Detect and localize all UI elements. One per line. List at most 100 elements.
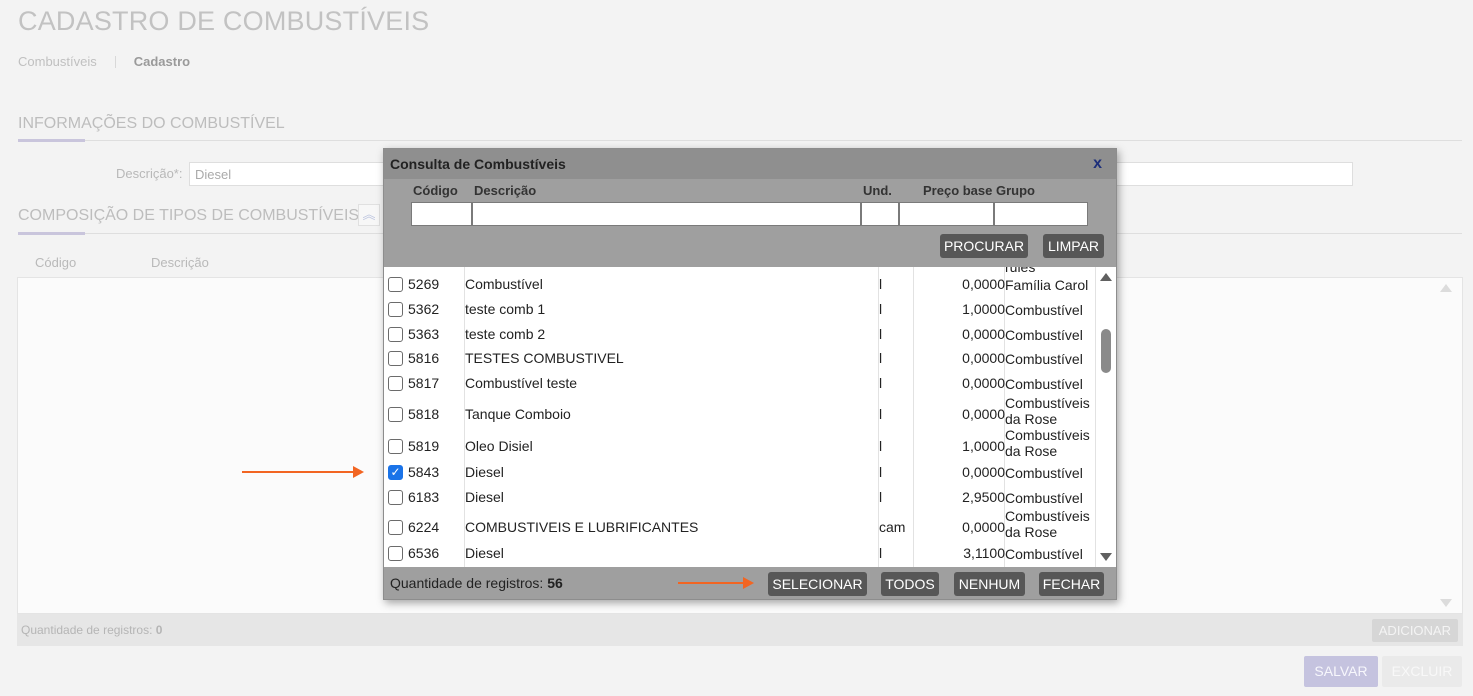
row-group: Combustível <box>1005 490 1083 506</box>
scroll-down-icon[interactable] <box>1100 553 1112 561</box>
double-chevron-up-icon: ︽ <box>362 207 376 222</box>
filter-unit-label: Und. <box>863 183 892 198</box>
select-button[interactable]: SELECIONAR <box>768 572 867 596</box>
close-icon[interactable]: x <box>1093 155 1102 173</box>
row-group: Combustível <box>1005 351 1083 367</box>
row-code: 6536 <box>408 545 440 561</box>
row-group: Combustível <box>1005 465 1083 481</box>
breadcrumb-separator <box>114 55 116 68</box>
filter-group-input[interactable] <box>994 202 1088 226</box>
row-checkbox[interactable] <box>388 490 403 505</box>
add-button[interactable]: ADICIONAR <box>1371 619 1458 642</box>
row-group: Combustível <box>1005 546 1083 562</box>
clear-button[interactable]: LIMPAR <box>1043 234 1104 258</box>
dialog-record-count: Quantidade de registros: 56 <box>390 575 563 591</box>
select-all-button[interactable]: TODOS <box>881 572 939 596</box>
row-group: Combustível <box>1005 376 1083 392</box>
row-description: Tanque Comboio <box>465 406 571 422</box>
save-button[interactable]: SALVAR <box>1304 656 1378 687</box>
fuel-lookup-dialog: Consulta de Combustíveis x Código Descri… <box>383 148 1117 600</box>
scroll-up-icon[interactable] <box>1440 284 1452 292</box>
row-price: 0,0000 <box>962 406 1005 422</box>
filter-price-label: Preço base <box>923 183 993 198</box>
row-unit: l <box>879 350 883 366</box>
collapse-section-button[interactable]: ︽ <box>358 204 380 226</box>
search-button[interactable]: PROCURAR <box>940 234 1028 258</box>
filter-group-label: Grupo <box>996 183 1035 198</box>
composition-section-title: COMPOSIÇÃO DE TIPOS DE COMBUSTÍVEIS <box>18 207 360 224</box>
row-price: 0,0000 <box>962 326 1005 342</box>
row-unit: l <box>879 301 883 317</box>
select-none-button[interactable]: NENHUM <box>954 572 1025 596</box>
annotation-arrow-icon <box>242 466 364 478</box>
partial-row-text: rules <box>1005 267 1036 275</box>
row-description: Diesel <box>465 545 504 561</box>
row-group: Combustível <box>1005 327 1083 343</box>
row-price: 1,0000 <box>962 438 1005 454</box>
row-checkbox[interactable] <box>388 546 403 561</box>
filter-description-input[interactable] <box>472 202 861 226</box>
composition-record-count: Quantidade de registros: 0 <box>21 623 163 637</box>
breadcrumb: Combustíveis Cadastro <box>18 54 190 69</box>
row-price: 0,0000 <box>962 464 1005 480</box>
filter-code-input[interactable] <box>411 202 472 226</box>
row-unit: l <box>879 326 883 342</box>
row-checkbox[interactable] <box>388 351 403 366</box>
row-checkbox[interactable] <box>388 407 403 422</box>
row-code: 5269 <box>408 276 440 292</box>
row-code: 5362 <box>408 301 440 317</box>
delete-button[interactable]: EXCLUIR <box>1382 656 1462 687</box>
breadcrumb-item-combustiveis[interactable]: Combustíveis <box>18 54 97 69</box>
row-unit: l <box>879 406 883 422</box>
row-description: TESTES COMBUSTIVEL <box>465 350 624 366</box>
filter-unit-input[interactable] <box>861 202 899 226</box>
grid-header-code[interactable]: Código <box>35 255 76 270</box>
dialog-title: Consulta de Combustíveis <box>390 156 566 172</box>
row-checkbox[interactable] <box>388 327 403 342</box>
filter-price-input[interactable] <box>899 202 994 226</box>
row-checkbox[interactable] <box>388 520 403 535</box>
row-checkbox[interactable] <box>388 302 403 317</box>
row-checkbox[interactable]: ✓ <box>388 465 403 480</box>
grid-header-description[interactable]: Descrição <box>151 255 209 270</box>
row-unit: l <box>879 276 883 292</box>
results-scrollbar[interactable] <box>1096 267 1116 567</box>
row-price: 0,0000 <box>962 350 1005 366</box>
row-code: 5816 <box>408 350 440 366</box>
row-group: Combustíveis da Rose <box>1005 508 1090 540</box>
row-description: Diesel <box>465 489 504 505</box>
row-unit: l <box>879 438 883 454</box>
row-code: 5819 <box>408 438 440 454</box>
filter-code-label: Código <box>413 183 458 198</box>
row-price: 1,0000 <box>962 301 1005 317</box>
row-description: teste comb 2 <box>465 326 546 342</box>
row-price: 0,0000 <box>962 276 1005 292</box>
scroll-up-icon[interactable] <box>1100 273 1112 281</box>
scrollbar-thumb[interactable] <box>1101 329 1111 373</box>
row-code: 5843 <box>408 464 440 480</box>
composition-grid-footer: Quantidade de registros: 0 ADICIONAR <box>17 614 1463 646</box>
row-unit: l <box>879 489 883 505</box>
results-list: rules 5269 Combustível l 0,0000 Família Caro… <box>384 267 1116 567</box>
scroll-down-icon[interactable] <box>1440 599 1452 607</box>
row-checkbox[interactable] <box>388 439 403 454</box>
close-dialog-button[interactable]: FECHAR <box>1039 572 1104 596</box>
info-section-divider <box>18 140 1462 141</box>
row-unit: l <box>879 464 883 480</box>
row-unit: l <box>879 545 883 561</box>
row-group: Combustíveis da Rose <box>1005 395 1090 427</box>
row-description: Combustível teste <box>465 375 578 391</box>
row-checkbox[interactable] <box>388 376 403 391</box>
row-group: Família Carol <box>1005 277 1089 293</box>
info-section-accent <box>18 139 85 142</box>
dialog-header: Consulta de Combustíveis x <box>384 149 1116 179</box>
row-group: Combustível <box>1005 302 1083 318</box>
row-code: 5817 <box>408 375 440 391</box>
row-unit: l <box>879 375 883 391</box>
page-title: CADASTRO DE COMBUSTÍVEIS <box>18 6 430 36</box>
row-description: Combustível <box>465 276 543 292</box>
row-unit: cam <box>879 519 906 535</box>
row-checkbox[interactable] <box>388 277 403 292</box>
row-description: Oleo Disiel <box>465 438 533 454</box>
row-price: 2,9500 <box>962 489 1005 505</box>
